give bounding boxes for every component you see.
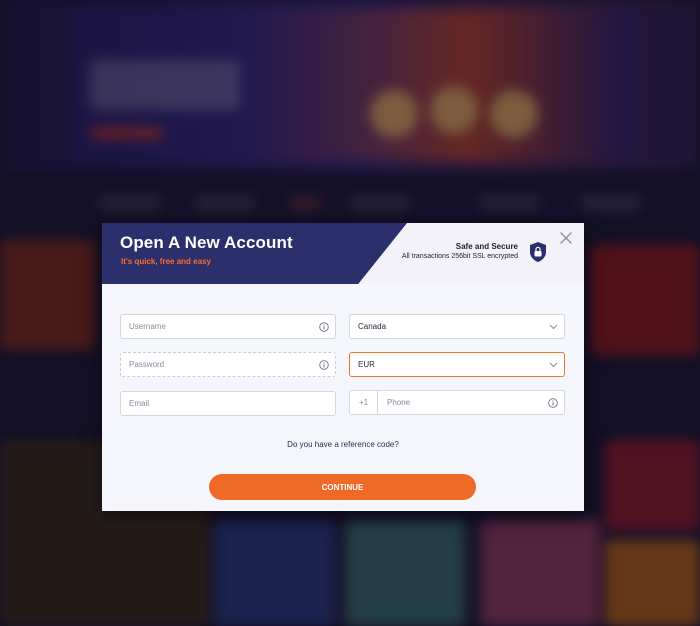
modal-subtitle: It's quick, free and easy xyxy=(121,257,211,266)
modal-title: Open A New Account xyxy=(120,233,293,252)
phone-placeholder: Phone xyxy=(387,398,411,407)
chevron-down-icon xyxy=(549,324,558,330)
email-placeholder: Email xyxy=(129,399,150,408)
password-placeholder: Password xyxy=(129,360,165,369)
signup-modal: Open A New Account It's quick, free and … xyxy=(102,223,584,511)
username-placeholder: Username xyxy=(129,322,166,331)
email-field[interactable]: Email xyxy=(120,391,336,416)
phone-field[interactable]: +1 Phone xyxy=(349,390,565,415)
chevron-down-icon xyxy=(549,362,558,368)
lock-shield-icon xyxy=(530,242,546,262)
info-icon[interactable] xyxy=(548,398,558,408)
page: Open A New Account It's quick, free and … xyxy=(0,0,700,626)
info-icon[interactable] xyxy=(319,322,329,332)
modal-header: Open A New Account It's quick, free and … xyxy=(102,223,584,297)
currency-select[interactable]: EUR xyxy=(349,352,565,377)
secure-subtitle: All transactions 256bit SSL encrypted xyxy=(401,253,518,260)
phone-prefix: +1 xyxy=(350,391,378,414)
reference-code-link[interactable]: Do you have a reference code? xyxy=(102,440,584,449)
info-icon[interactable] xyxy=(319,360,329,370)
currency-value: EUR xyxy=(358,360,375,369)
country-select[interactable]: Canada xyxy=(349,314,565,339)
continue-button[interactable]: CONTINUE xyxy=(209,474,476,500)
signup-form: Username Canada Password EUR Email +1 Ph… xyxy=(102,284,584,511)
close-icon[interactable] xyxy=(558,230,574,246)
password-field[interactable]: Password xyxy=(120,352,336,377)
country-value: Canada xyxy=(358,322,387,331)
secure-title: Safe and Secure xyxy=(455,242,518,251)
username-field[interactable]: Username xyxy=(120,314,336,339)
